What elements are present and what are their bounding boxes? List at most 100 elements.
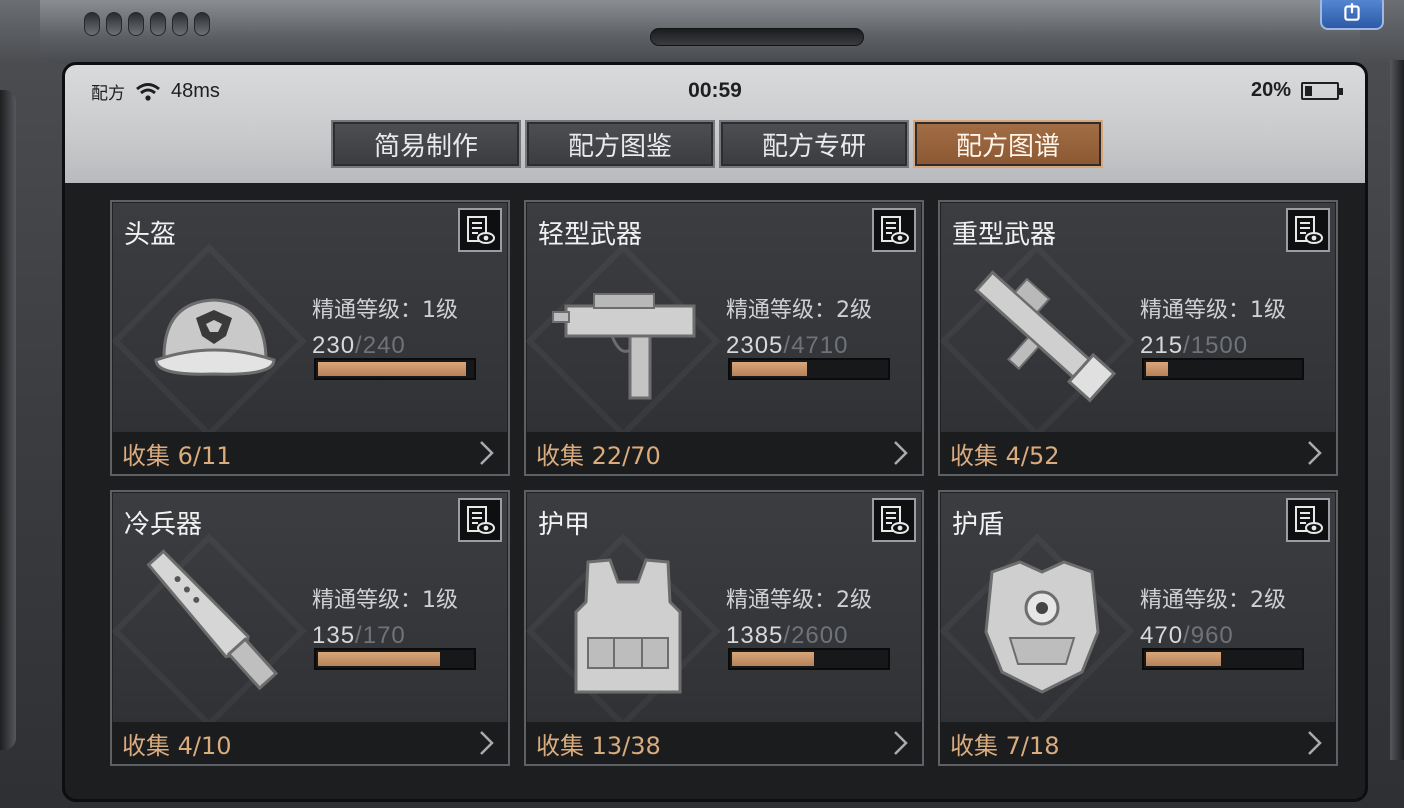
clock-label: 00:59 [688,79,742,102]
experience-bar [1142,358,1304,380]
view-details-button[interactable] [1286,498,1330,542]
view-details-button[interactable] [458,498,502,542]
collection-footer[interactable]: 收集 7/18 [940,722,1336,764]
category-card[interactable]: 头盔 精通等级：1级 230/240 收集 6/11 [110,200,510,476]
collection-count: 收集 22/70 [536,441,661,470]
tab-2[interactable]: 配方图鉴 [525,120,715,168]
collection-footer[interactable]: 收集 13/38 [526,722,922,764]
category-card[interactable]: 重型武器 精通等级：1级 215/1500 收集 4/52 [938,200,1338,476]
experience-bar-fill [318,652,441,666]
experience-max: 2600 [791,622,849,649]
mastery-level: 精通等级：2级 [1140,588,1286,613]
tab-1[interactable]: 简易制作 [331,120,521,168]
smg-icon [548,252,708,422]
recipe-category-grid: 头盔 精通等级：1级 230/240 收集 6/11 轻型武器 精通等级：2级 … [110,200,1338,766]
carrier-label: 配方 [91,84,125,103]
experience-current: 2305 [726,332,784,359]
tab-label: 配方图鉴 [567,131,672,162]
experience-bar [314,358,476,380]
chevron-right-icon [480,731,494,755]
category-card[interactable]: 护甲 精通等级：2级 1385/2600 收集 13/38 [524,490,924,766]
experience-max: 170 [362,622,406,649]
chevron-right-icon [894,441,908,465]
helmet-icon [134,252,294,422]
experience-current: 135 [312,622,356,649]
experience-current: 230 [312,332,356,359]
card-title: 护盾 [952,510,1005,540]
category-card[interactable]: 护盾 精通等级：2级 470/960 收集 7/18 [938,490,1338,766]
collection-footer[interactable]: 收集 22/70 [526,432,922,474]
experience-bar-fill [732,652,815,666]
document-eye-icon [1295,216,1323,244]
experience-bar [728,648,890,670]
collection-footer[interactable]: 收集 4/52 [940,432,1336,474]
device-top-rim [40,0,1360,64]
collection-count: 收集 4/10 [122,731,232,760]
latency-label: 48ms [171,80,220,102]
tab-bar: 简易制作 配方图鉴 配方专研 配方图谱 [331,120,1103,168]
battery-percent: 20% [1250,79,1291,101]
collection-footer[interactable]: 收集 4/10 [112,722,508,764]
tab-label: 配方专研 [761,131,866,162]
card-title: 重型武器 [952,220,1057,250]
chevron-right-icon [1308,731,1322,755]
device-right-edge [1390,60,1404,760]
chevron-right-icon [480,441,494,465]
card-title: 轻型武器 [538,220,643,250]
battery-icon [1301,81,1343,100]
experience-text: 230/240 [312,332,406,360]
collection-count: 收集 6/11 [122,441,232,470]
experience-separator: / [783,332,792,359]
card-title: 护甲 [538,510,591,540]
tablet-screen: 配方 48ms 00:59 20% 简易制作 配方图鉴配方专研 配方图谱 头盔 … [62,62,1368,802]
vest-icon [548,542,708,712]
chevron-right-icon [894,731,908,755]
screen-header: 配方 48ms 00:59 20% 简易制作 配方图鉴配方专研 配方图谱 [65,65,1365,183]
experience-text: 135/170 [312,622,406,650]
experience-current: 1385 [726,622,784,649]
exit-icon [1344,3,1360,21]
device-left-edge [0,90,16,750]
tab-4[interactable]: 配方图谱 [913,120,1103,168]
experience-bar-fill [1146,362,1169,376]
experience-separator: / [1183,622,1191,649]
experience-text: 1385/2600 [726,622,848,650]
mastery-level: 精通等级：1级 [312,588,458,613]
speaker-grille [650,28,864,46]
experience-current: 470 [1140,622,1184,649]
document-eye-icon [1295,506,1323,534]
experience-bar [314,648,476,670]
tab-3[interactable]: 配方专研 [719,120,909,168]
document-eye-icon [881,506,909,534]
document-eye-icon [467,506,495,534]
collection-footer[interactable]: 收集 6/11 [112,432,508,474]
experience-bar [1142,648,1304,670]
category-card[interactable]: 冷兵器 精通等级：1级 135/170 收集 4/10 [110,490,510,766]
exit-button[interactable] [1320,0,1384,30]
experience-separator: / [1183,332,1191,359]
experience-max: 960 [1190,622,1234,649]
experience-bar [728,358,890,380]
experience-text: 470/960 [1140,622,1234,650]
experience-max: 4710 [791,332,849,359]
shield-armor-icon [962,542,1122,712]
collection-count: 收集 4/52 [950,441,1060,470]
card-title: 头盔 [124,220,177,250]
tab-label: 配方图谱 [955,131,1060,162]
view-details-button[interactable] [1286,208,1330,252]
wifi-icon [135,82,161,102]
view-details-button[interactable] [872,498,916,542]
mastery-level: 精通等级：1级 [1140,298,1286,323]
chevron-right-icon [1308,441,1322,465]
device-frame: 配方 48ms 00:59 20% 简易制作 配方图鉴配方专研 配方图谱 头盔 … [0,0,1404,808]
experience-separator: / [355,332,363,359]
category-card[interactable]: 轻型武器 精通等级：2级 2305/4710 收集 22/70 [524,200,924,476]
experience-bar-fill [1146,652,1222,666]
mastery-level: 精通等级：1级 [312,298,458,323]
view-details-button[interactable] [872,208,916,252]
view-details-button[interactable] [458,208,502,252]
tab-label: 简易制作 [373,131,478,162]
status-bar: 配方 48ms 00:59 20% [91,79,1343,109]
experience-bar-fill [732,362,808,376]
document-eye-icon [467,216,495,244]
